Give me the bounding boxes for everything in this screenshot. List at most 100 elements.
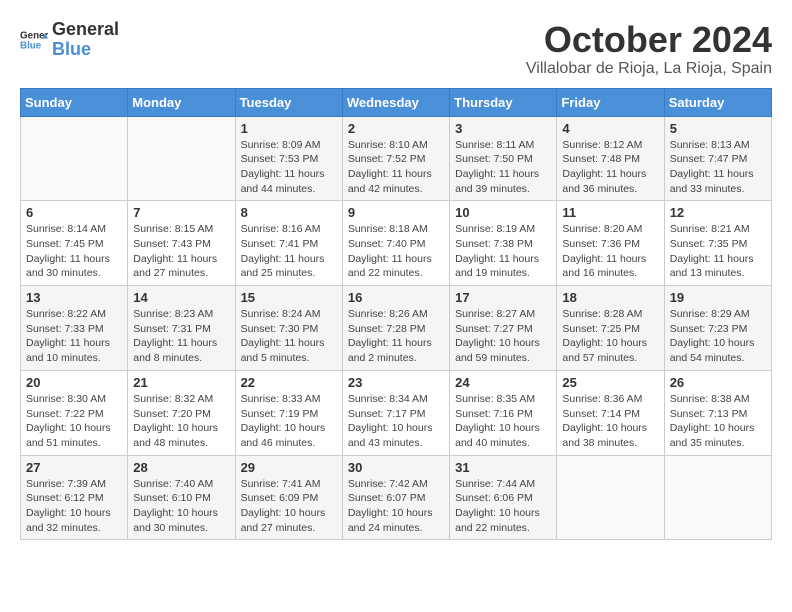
day-number: 20 bbox=[26, 375, 122, 390]
day-number: 21 bbox=[133, 375, 229, 390]
day-number: 25 bbox=[562, 375, 658, 390]
day-number: 13 bbox=[26, 290, 122, 305]
day-info: Sunrise: 8:22 AM Sunset: 7:33 PM Dayligh… bbox=[26, 307, 122, 366]
day-info: Sunrise: 8:38 AM Sunset: 7:13 PM Dayligh… bbox=[670, 392, 766, 451]
day-cell: 31 Sunrise: 7:44 AM Sunset: 6:06 PM Dayli… bbox=[450, 455, 557, 540]
day-cell: 9 Sunrise: 8:18 AM Sunset: 7:40 PM Daylig… bbox=[342, 201, 449, 286]
day-number: 26 bbox=[670, 375, 766, 390]
day-cell: 5Sunrise: 8:13 AM Sunset: 7:47 PM Daylig… bbox=[664, 116, 771, 201]
day-cell: 13 Sunrise: 8:22 AM Sunset: 7:33 PM Dayli… bbox=[21, 286, 128, 371]
day-number: 18 bbox=[562, 290, 658, 305]
day-info: Sunrise: 8:26 AM Sunset: 7:28 PM Dayligh… bbox=[348, 307, 444, 366]
day-info: Sunrise: 8:34 AM Sunset: 7:17 PM Dayligh… bbox=[348, 392, 444, 451]
day-cell: 12 Sunrise: 8:21 AM Sunset: 7:35 PM Dayli… bbox=[664, 201, 771, 286]
day-number: 15 bbox=[241, 290, 337, 305]
logo: General Blue General Blue bbox=[20, 20, 119, 60]
day-number: 30 bbox=[348, 460, 444, 475]
day-info: Sunrise: 8:18 AM Sunset: 7:40 PM Dayligh… bbox=[348, 222, 444, 281]
weekday-header-friday: Friday bbox=[557, 88, 664, 116]
weekday-header-row: SundayMondayTuesdayWednesdayThursdayFrid… bbox=[21, 88, 772, 116]
weekday-header-sunday: Sunday bbox=[21, 88, 128, 116]
day-info: Sunrise: 8:29 AM Sunset: 7:23 PM Dayligh… bbox=[670, 307, 766, 366]
day-info: Sunrise: 8:16 AM Sunset: 7:41 PM Dayligh… bbox=[241, 222, 337, 281]
weekday-header-monday: Monday bbox=[128, 88, 235, 116]
week-row-4: 20 Sunrise: 8:30 AM Sunset: 7:22 PM Dayli… bbox=[21, 370, 772, 455]
day-info: Sunrise: 7:39 AM Sunset: 6:12 PM Dayligh… bbox=[26, 477, 122, 536]
day-number: 19 bbox=[670, 290, 766, 305]
day-info: Sunrise: 8:30 AM Sunset: 7:22 PM Dayligh… bbox=[26, 392, 122, 451]
day-cell: 21 Sunrise: 8:32 AM Sunset: 7:20 PM Dayli… bbox=[128, 370, 235, 455]
day-info: Sunrise: 8:35 AM Sunset: 7:16 PM Dayligh… bbox=[455, 392, 551, 451]
day-cell: 6Sunrise: 8:14 AM Sunset: 7:45 PM Daylig… bbox=[21, 201, 128, 286]
weekday-header-tuesday: Tuesday bbox=[235, 88, 342, 116]
day-info: Sunrise: 8:15 AM Sunset: 7:43 PM Dayligh… bbox=[133, 222, 229, 281]
day-number: 29 bbox=[241, 460, 337, 475]
day-cell: 4Sunrise: 8:12 AM Sunset: 7:48 PM Daylig… bbox=[557, 116, 664, 201]
logo-icon: General Blue bbox=[20, 26, 48, 54]
day-number: 9 bbox=[348, 205, 444, 220]
day-number: 28 bbox=[133, 460, 229, 475]
day-cell: 3 Sunrise: 8:11 AM Sunset: 7:50 PM Daylig… bbox=[450, 116, 557, 201]
day-cell: 10 Sunrise: 8:19 AM Sunset: 7:38 PM Dayli… bbox=[450, 201, 557, 286]
day-info: Sunrise: 8:27 AM Sunset: 7:27 PM Dayligh… bbox=[455, 307, 551, 366]
week-row-5: 27 Sunrise: 7:39 AM Sunset: 6:12 PM Dayli… bbox=[21, 455, 772, 540]
day-info: Sunrise: 8:24 AM Sunset: 7:30 PM Dayligh… bbox=[241, 307, 337, 366]
day-number: 23 bbox=[348, 375, 444, 390]
day-info: Sunrise: 7:41 AM Sunset: 6:09 PM Dayligh… bbox=[241, 477, 337, 536]
day-info: Sunrise: 8:09 AM Sunset: 7:53 PM Dayligh… bbox=[241, 138, 337, 197]
day-info: Sunrise: 8:36 AM Sunset: 7:14 PM Dayligh… bbox=[562, 392, 658, 451]
day-info: Sunrise: 7:40 AM Sunset: 6:10 PM Dayligh… bbox=[133, 477, 229, 536]
day-number: 24 bbox=[455, 375, 551, 390]
day-cell: 25 Sunrise: 8:36 AM Sunset: 7:14 PM Dayli… bbox=[557, 370, 664, 455]
day-number: 11 bbox=[562, 205, 658, 220]
svg-text:Blue: Blue bbox=[20, 40, 42, 51]
day-number: 14 bbox=[133, 290, 229, 305]
day-number: 2 bbox=[348, 121, 444, 136]
day-cell: 15 Sunrise: 8:24 AM Sunset: 7:30 PM Dayli… bbox=[235, 286, 342, 371]
day-cell: 30 Sunrise: 7:42 AM Sunset: 6:07 PM Dayli… bbox=[342, 455, 449, 540]
week-row-2: 6Sunrise: 8:14 AM Sunset: 7:45 PM Daylig… bbox=[21, 201, 772, 286]
day-cell: 26 Sunrise: 8:38 AM Sunset: 7:13 PM Dayli… bbox=[664, 370, 771, 455]
day-cell: 29 Sunrise: 7:41 AM Sunset: 6:09 PM Dayli… bbox=[235, 455, 342, 540]
day-cell bbox=[128, 116, 235, 201]
calendar-table: SundayMondayTuesdayWednesdayThursdayFrid… bbox=[20, 88, 772, 541]
weekday-header-wednesday: Wednesday bbox=[342, 88, 449, 116]
day-cell bbox=[557, 455, 664, 540]
day-cell: 19 Sunrise: 8:29 AM Sunset: 7:23 PM Dayli… bbox=[664, 286, 771, 371]
day-info: Sunrise: 8:32 AM Sunset: 7:20 PM Dayligh… bbox=[133, 392, 229, 451]
day-cell bbox=[21, 116, 128, 201]
weekday-header-saturday: Saturday bbox=[664, 88, 771, 116]
day-number: 4 bbox=[562, 121, 658, 136]
day-number: 27 bbox=[26, 460, 122, 475]
day-number: 16 bbox=[348, 290, 444, 305]
day-info: Sunrise: 8:23 AM Sunset: 7:31 PM Dayligh… bbox=[133, 307, 229, 366]
day-number: 17 bbox=[455, 290, 551, 305]
day-cell: 7 Sunrise: 8:15 AM Sunset: 7:43 PM Daylig… bbox=[128, 201, 235, 286]
day-number: 6 bbox=[26, 205, 122, 220]
day-number: 8 bbox=[241, 205, 337, 220]
day-number: 22 bbox=[241, 375, 337, 390]
day-cell: 17 Sunrise: 8:27 AM Sunset: 7:27 PM Dayli… bbox=[450, 286, 557, 371]
day-info: Sunrise: 8:28 AM Sunset: 7:25 PM Dayligh… bbox=[562, 307, 658, 366]
day-cell: 18 Sunrise: 8:28 AM Sunset: 7:25 PM Dayli… bbox=[557, 286, 664, 371]
page-header: General Blue General Blue October 2024 V… bbox=[20, 20, 772, 78]
day-cell: 24 Sunrise: 8:35 AM Sunset: 7:16 PM Dayli… bbox=[450, 370, 557, 455]
day-number: 7 bbox=[133, 205, 229, 220]
month-title: October 2024 bbox=[526, 20, 772, 60]
day-number: 12 bbox=[670, 205, 766, 220]
day-number: 3 bbox=[455, 121, 551, 136]
day-cell: 23 Sunrise: 8:34 AM Sunset: 7:17 PM Dayli… bbox=[342, 370, 449, 455]
day-number: 10 bbox=[455, 205, 551, 220]
day-info: Sunrise: 7:42 AM Sunset: 6:07 PM Dayligh… bbox=[348, 477, 444, 536]
day-number: 1 bbox=[241, 121, 337, 136]
day-info: Sunrise: 8:19 AM Sunset: 7:38 PM Dayligh… bbox=[455, 222, 551, 281]
day-info: Sunrise: 7:44 AM Sunset: 6:06 PM Dayligh… bbox=[455, 477, 551, 536]
day-info: Sunrise: 8:11 AM Sunset: 7:50 PM Dayligh… bbox=[455, 138, 551, 197]
logo-text: General Blue bbox=[52, 20, 119, 60]
day-cell: 2Sunrise: 8:10 AM Sunset: 7:52 PM Daylig… bbox=[342, 116, 449, 201]
day-number: 31 bbox=[455, 460, 551, 475]
day-info: Sunrise: 8:21 AM Sunset: 7:35 PM Dayligh… bbox=[670, 222, 766, 281]
day-cell: 28 Sunrise: 7:40 AM Sunset: 6:10 PM Dayli… bbox=[128, 455, 235, 540]
day-info: Sunrise: 8:20 AM Sunset: 7:36 PM Dayligh… bbox=[562, 222, 658, 281]
day-info: Sunrise: 8:33 AM Sunset: 7:19 PM Dayligh… bbox=[241, 392, 337, 451]
